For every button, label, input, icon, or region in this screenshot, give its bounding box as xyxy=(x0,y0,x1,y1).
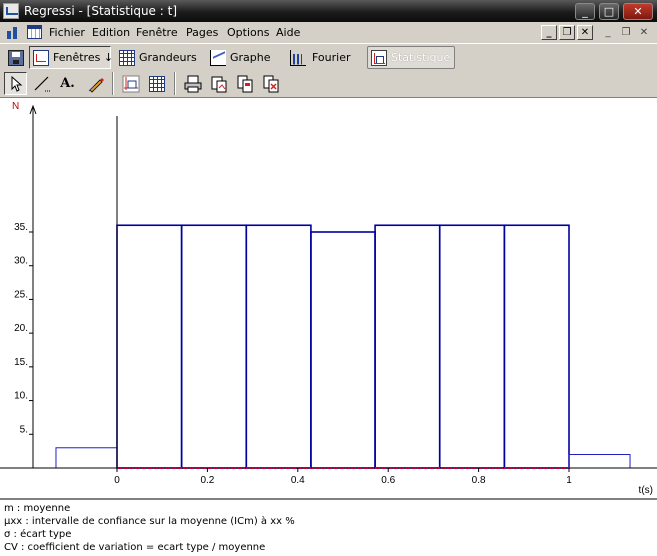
app-window: Regressi - [Statistique : t] _ □ ✕ Fichi… xyxy=(0,0,657,556)
line-tool-icon xyxy=(34,76,50,91)
y-tick-label: 15. xyxy=(14,357,28,368)
x-tick-label: 0.6 xyxy=(381,475,395,486)
y-tick-label: 20. xyxy=(14,323,28,334)
histogram-bar xyxy=(438,224,506,469)
copy-icon xyxy=(211,76,226,92)
app-logo-icon[interactable] xyxy=(3,3,19,19)
histogram-bar xyxy=(180,224,248,469)
pencil-tool-button[interactable] xyxy=(84,72,107,95)
legend-line-cv: CV : coefficient de variation = ecart ty… xyxy=(4,542,266,553)
grandeurs-label: Grandeurs xyxy=(139,51,197,64)
grid-toggle-button[interactable] xyxy=(145,72,168,95)
legend-line-stddev: σ : écart type xyxy=(4,529,72,540)
pointer-icon xyxy=(11,75,22,92)
table-icon xyxy=(119,49,135,66)
mdi-restore-button[interactable]: ❐ xyxy=(559,25,575,40)
legend-panel: m : moyenne µxx : intervalle de confianc… xyxy=(0,498,657,556)
page-close-button[interactable] xyxy=(259,72,282,95)
menu-aide[interactable]: Aide xyxy=(276,26,300,39)
legend-line-confidence: µxx : intervalle de confiance sur la moy… xyxy=(4,516,295,527)
y-tick-label: 35. xyxy=(14,222,28,233)
legend-line-mean: m : moyenne xyxy=(4,503,71,514)
mdi2-minimize-button[interactable]: _ xyxy=(600,25,616,40)
mdi-close-button[interactable]: ✕ xyxy=(577,25,593,40)
y-tick-label: 5. xyxy=(20,424,28,435)
save-icon xyxy=(8,49,24,66)
x-axis-label: t(s) xyxy=(639,485,653,496)
statistique-label: Statistique xyxy=(391,51,451,64)
histogram-bar xyxy=(116,224,183,469)
print-icon xyxy=(184,75,201,92)
mdi2-close-button[interactable]: ✕ xyxy=(636,25,652,40)
text-tool-label: A. xyxy=(60,76,75,91)
y-tick-label: 25. xyxy=(14,289,28,300)
page-copy-button[interactable] xyxy=(233,72,256,95)
window-toolbar: Fenêtres ↓ Grandeurs Graphe Fourier Stat… xyxy=(0,43,657,70)
menu-fichier[interactable]: Fichier xyxy=(49,26,85,39)
print-button[interactable] xyxy=(181,72,204,95)
calendar-icon[interactable] xyxy=(27,25,42,39)
windows-icon xyxy=(33,49,49,66)
line-tool-button[interactable] xyxy=(30,72,53,95)
grandeurs-button[interactable]: Grandeurs xyxy=(119,46,199,69)
page-copy-icon xyxy=(237,75,252,92)
histogram-bar xyxy=(503,224,570,469)
graphe-label: Graphe xyxy=(230,51,271,64)
chart-canvas[interactable]: N 5. 10. 15. 20. 25. 30. 35. 0 0.2 0.4 0.6 0.8 1 t(s) xyxy=(0,98,657,498)
mdi-minimize-button[interactable]: _ xyxy=(541,25,557,40)
menu-edition[interactable]: Edition xyxy=(92,26,130,39)
histogram-bar xyxy=(245,224,312,469)
x-tick-label: 0 xyxy=(114,475,120,486)
copy-button[interactable] xyxy=(207,72,230,95)
save-button[interactable] xyxy=(4,46,26,69)
y-axis-label: N xyxy=(12,101,19,112)
graph-icon xyxy=(210,49,226,66)
pencil-icon xyxy=(88,77,104,93)
grid-icon xyxy=(148,75,165,92)
histogram-chart[interactable]: N 5. 10. 15. 20. 25. 30. 35. 0 0.2 0.4 0.6 0.8 1 t(s) xyxy=(0,97,657,498)
chart-settings-icon xyxy=(122,75,139,92)
statistics-icon xyxy=(371,49,387,66)
page-close-icon xyxy=(263,75,278,92)
x-tick-label: 0.8 xyxy=(472,475,486,486)
minimize-button[interactable]: _ xyxy=(575,3,595,20)
x-tick-label: 0.2 xyxy=(200,475,214,486)
toolbar-separator xyxy=(174,72,176,95)
text-tool-button[interactable]: A. xyxy=(56,72,79,95)
histogram-bar xyxy=(568,454,631,469)
spectrum-icon xyxy=(290,49,306,66)
menu-bar: Fichier Edition Fenêtre Pages Options Ai… xyxy=(0,22,657,43)
child-window-icon[interactable] xyxy=(5,24,21,40)
pointer-tool-button[interactable] xyxy=(4,72,27,95)
close-button[interactable]: ✕ xyxy=(623,3,653,20)
maximize-button[interactable]: □ xyxy=(599,3,619,20)
menu-fenetre[interactable]: Fenêtre xyxy=(136,26,178,39)
title-bar[interactable]: Regressi - [Statistique : t] _ □ ✕ xyxy=(0,0,657,22)
statistique-button[interactable]: Statistique xyxy=(367,46,455,69)
window-title: Regressi - [Statistique : t] xyxy=(24,4,177,18)
fourier-label: Fourier xyxy=(312,51,351,64)
chart-settings-button[interactable] xyxy=(119,72,142,95)
graphe-button[interactable]: Graphe xyxy=(210,46,274,69)
fourier-button[interactable]: Fourier xyxy=(290,46,352,69)
histogram-bar xyxy=(310,231,376,469)
fenetres-label: Fenêtres ↓ xyxy=(53,51,114,64)
menu-options[interactable]: Options xyxy=(227,26,269,39)
mdi2-restore-button[interactable]: ❐ xyxy=(618,25,634,40)
tools-toolbar: A. xyxy=(0,70,657,97)
toolbar-separator xyxy=(112,72,114,95)
menu-pages[interactable]: Pages xyxy=(186,26,218,39)
y-tick-label: 30. xyxy=(14,256,28,267)
x-tick-label: 0.4 xyxy=(291,475,305,486)
fenetres-button[interactable]: Fenêtres ↓ xyxy=(29,46,114,69)
histogram-bar xyxy=(55,447,118,469)
x-tick-label: 1 xyxy=(566,475,572,486)
y-tick-label: 10. xyxy=(14,391,28,402)
histogram-bar xyxy=(374,224,441,469)
